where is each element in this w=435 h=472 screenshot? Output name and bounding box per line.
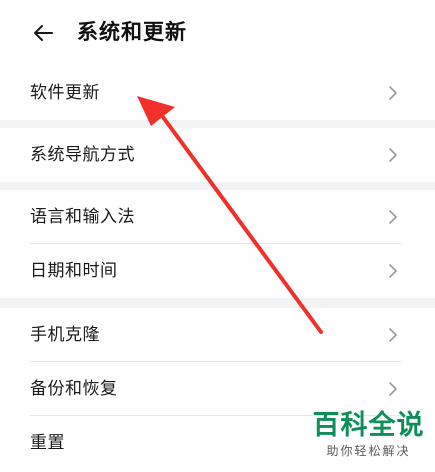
menu-item-date-time[interactable]: 日期和时间 xyxy=(0,244,435,298)
settings-group-update: 软件更新 xyxy=(0,66,435,120)
page-title: 系统和更新 xyxy=(77,20,187,44)
menu-item-label: 日期和时间 xyxy=(30,261,118,281)
menu-item-label: 软件更新 xyxy=(30,83,100,103)
chevron-right-icon xyxy=(389,382,397,396)
chevron-right-icon xyxy=(389,148,397,162)
menu-item-system-navigation[interactable]: 系统导航方式 xyxy=(0,128,435,182)
chevron-right-icon xyxy=(389,86,397,100)
watermark-brand: 百科全说 xyxy=(312,410,425,441)
arrow-left-icon xyxy=(34,25,53,41)
menu-item-backup-restore[interactable]: 备份和恢复 xyxy=(0,362,435,416)
watermark: 百科全说 助你轻松解决 xyxy=(306,410,431,460)
menu-item-label: 备份和恢复 xyxy=(30,379,118,399)
menu-item-label: 系统导航方式 xyxy=(30,145,135,165)
watermark-subtitle: 助你轻松解决 xyxy=(326,444,411,458)
settings-group-language-time: 语言和输入法 日期和时间 xyxy=(0,190,435,298)
group-separator xyxy=(0,298,435,308)
chevron-right-icon xyxy=(389,210,397,224)
group-separator xyxy=(0,182,435,190)
settings-group-navigation: 系统导航方式 xyxy=(0,128,435,182)
menu-item-software-update[interactable]: 软件更新 xyxy=(0,66,435,120)
menu-item-label: 手机克隆 xyxy=(30,325,100,345)
chevron-right-icon xyxy=(389,264,397,278)
menu-item-phone-clone[interactable]: 手机克隆 xyxy=(0,308,435,362)
menu-item-label: 语言和输入法 xyxy=(30,207,135,227)
menu-item-label: 重置 xyxy=(30,433,65,453)
group-separator xyxy=(0,120,435,128)
title-bar: 系统和更新 xyxy=(0,0,435,66)
back-button[interactable] xyxy=(30,20,56,46)
chevron-right-icon xyxy=(389,328,397,342)
menu-item-language-input[interactable]: 语言和输入法 xyxy=(0,190,435,244)
